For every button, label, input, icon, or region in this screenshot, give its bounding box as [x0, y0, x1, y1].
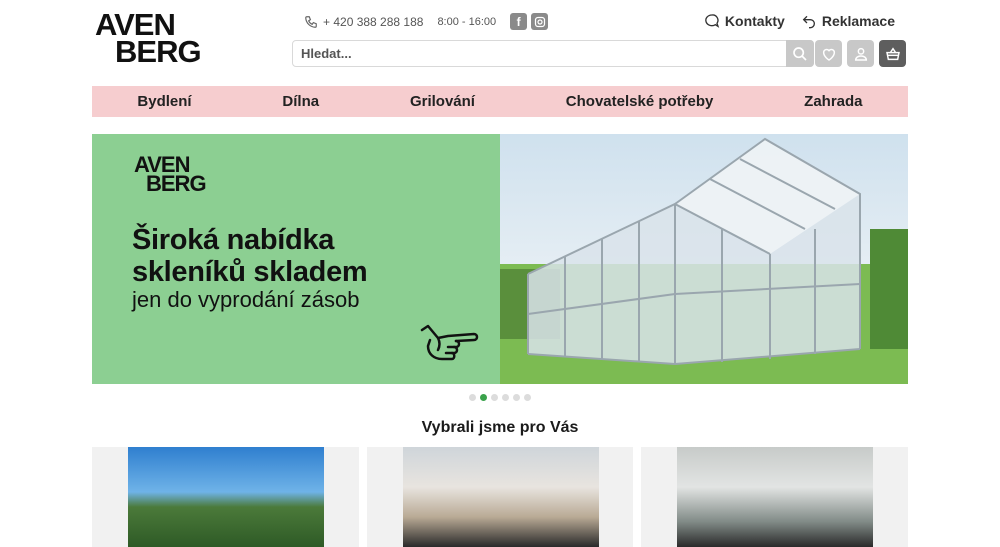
carousel-dots [0, 394, 1000, 401]
search-input[interactable] [301, 46, 786, 61]
main-nav: Bydlení Dílna Grilování Chovatelské potř… [92, 86, 908, 117]
product-card[interactable] [641, 447, 909, 547]
logo-line-2: BERG [115, 33, 202, 69]
heart-icon [822, 48, 835, 61]
complaints-link[interactable]: Reklamace [801, 13, 895, 29]
banner-headline-line-2: skleníků skladem [132, 256, 368, 289]
pointing-hand-icon [420, 324, 479, 361]
contact-bar: + 420 388 288 188 8:00 - 16:00 f [304, 13, 549, 30]
phone-number[interactable]: + 420 388 288 188 [323, 15, 423, 29]
opening-hours: 8:00 - 16:00 [437, 15, 497, 28]
product-image-garden-house [128, 447, 324, 547]
nav-item-garden[interactable]: Zahrada [804, 93, 862, 110]
carousel-dot[interactable] [513, 394, 520, 401]
carousel-dot[interactable] [502, 394, 509, 401]
return-arrow-icon [802, 15, 815, 29]
contacts-link[interactable]: Kontakty [704, 13, 785, 29]
nav-item-workshop[interactable]: Dílna [282, 93, 319, 110]
user-icon [854, 47, 867, 61]
banner-headline: Široká nabídka skleníků skladem [132, 224, 368, 289]
search-bar [292, 40, 814, 67]
nav-item-pet-supplies[interactable]: Chovatelské potřeby [566, 93, 714, 110]
wishlist-button[interactable] [815, 40, 842, 67]
nav-item-living[interactable]: Bydlení [137, 93, 191, 110]
nav-item-grilling[interactable]: Grilování [410, 93, 475, 110]
banner-headline-line-1: Široká nabídka [132, 224, 335, 256]
header-actions [815, 40, 906, 67]
carousel-dot-active[interactable] [480, 394, 487, 401]
cart-button[interactable] [879, 40, 906, 67]
account-button[interactable] [847, 40, 874, 67]
banner-logo: AVEN BERG [134, 154, 207, 196]
basket-icon [885, 46, 900, 60]
banner-subline: jen do vyprodání zásob [132, 287, 360, 312]
banner-logo-line-2: BERG [146, 170, 207, 196]
logo[interactable]: AVEN BERG [95, 9, 205, 69]
complaints-label: Reklamace [821, 13, 895, 29]
contacts-label: Kontakty [724, 13, 785, 29]
instagram-icon[interactable] [531, 13, 549, 30]
chat-bubble-icon [705, 14, 720, 28]
product-image-sofa [402, 447, 599, 547]
social-links: f [510, 13, 549, 30]
greenhouse-illustration [500, 137, 908, 384]
search-icon [793, 46, 807, 61]
carousel-dot[interactable] [524, 394, 531, 401]
greenhouse-image [500, 134, 908, 384]
facebook-icon[interactable]: f [510, 13, 528, 30]
banner-text-panel: AVEN BERG Široká nabídka skleníků sklade… [92, 134, 500, 384]
search-button[interactable] [786, 40, 814, 67]
product-image-dining-set [677, 447, 874, 547]
hero-banner[interactable]: AVEN BERG Široká nabídka skleníků sklade… [92, 134, 908, 384]
top-links: Kontakty Reklamace [704, 13, 895, 29]
phone-icon [305, 15, 317, 28]
carousel-dot[interactable] [469, 394, 476, 401]
section-title: Vybrali jsme pro Vás [421, 419, 579, 436]
product-cards [92, 447, 909, 547]
carousel-dot[interactable] [491, 394, 498, 401]
product-card[interactable] [92, 447, 359, 547]
product-card[interactable] [366, 447, 634, 547]
